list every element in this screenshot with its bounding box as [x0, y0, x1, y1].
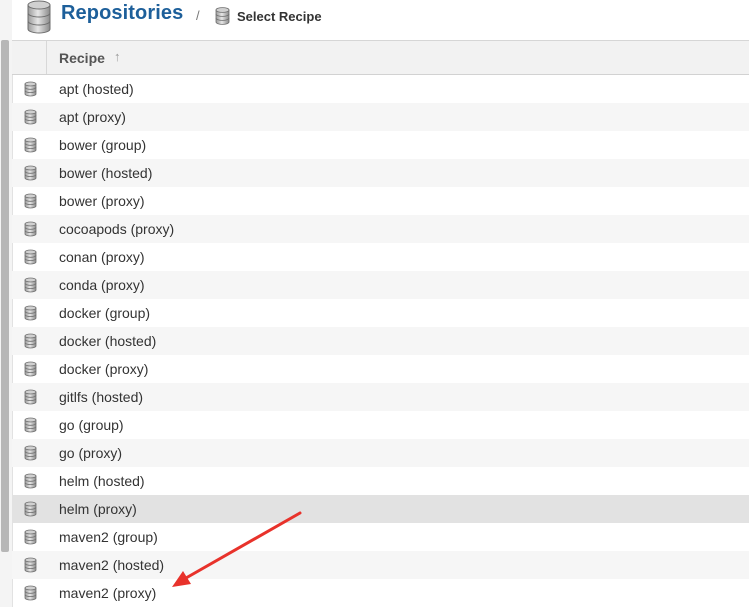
recipe-label: bower (hosted)	[59, 165, 153, 181]
database-icon	[24, 389, 37, 405]
breadcrumb-separator: /	[196, 8, 200, 23]
table-row[interactable]: helm (proxy)	[12, 495, 749, 523]
recipe-label: helm (proxy)	[59, 501, 137, 517]
recipe-label: conan (proxy)	[59, 249, 145, 265]
table-row[interactable]: docker (group)	[12, 299, 749, 327]
database-icon	[24, 473, 37, 489]
database-icon	[24, 585, 37, 601]
recipe-label: docker (group)	[59, 305, 151, 321]
recipe-label: apt (proxy)	[59, 109, 126, 125]
database-icon	[24, 249, 37, 265]
page-header: Repositories / Select Recipe	[12, 0, 749, 41]
recipe-label: cocoapods (proxy)	[59, 221, 175, 237]
database-icon	[24, 109, 37, 125]
recipe-grid: Recipe ↑ apt (hosted) apt (proxy) bower (g…	[12, 41, 749, 607]
database-icon	[24, 305, 37, 321]
table-row[interactable]: apt (hosted)	[12, 75, 749, 103]
table-row[interactable]: maven2 (proxy)	[12, 579, 749, 607]
recipe-label: helm (hosted)	[59, 473, 145, 489]
table-row[interactable]: docker (hosted)	[12, 327, 749, 355]
recipe-label: maven2 (proxy)	[59, 585, 157, 601]
recipe-label: apt (hosted)	[59, 81, 134, 97]
recipe-label: maven2 (hosted)	[59, 557, 165, 573]
icon-column-header	[12, 41, 47, 74]
database-icon	[24, 137, 37, 153]
recipe-label: docker (proxy)	[59, 361, 149, 377]
database-icon	[24, 333, 37, 349]
table-row[interactable]: go (proxy)	[12, 439, 749, 467]
database-icon	[24, 361, 37, 377]
table-row[interactable]: maven2 (group)	[12, 523, 749, 551]
table-row[interactable]: helm (hosted)	[12, 467, 749, 495]
table-row[interactable]: conan (proxy)	[12, 243, 749, 271]
table-row[interactable]: gitlfs (hosted)	[12, 383, 749, 411]
recipe-label: bower (proxy)	[59, 193, 145, 209]
page-title[interactable]: Repositories	[61, 2, 183, 25]
sort-ascending-icon[interactable]: ↑	[114, 49, 121, 64]
recipe-list: apt (hosted) apt (proxy) bower (group) bowe…	[12, 75, 749, 607]
database-icon	[24, 557, 37, 573]
table-row[interactable]: bower (group)	[12, 131, 749, 159]
recipe-column-header[interactable]: Recipe	[59, 50, 105, 66]
recipe-label: bower (group)	[59, 137, 147, 153]
table-row[interactable]: docker (proxy)	[12, 355, 749, 383]
table-row[interactable]: bower (hosted)	[12, 159, 749, 187]
table-row[interactable]: maven2 (hosted)	[12, 551, 749, 579]
table-row[interactable]: cocoapods (proxy)	[12, 215, 749, 243]
database-icon	[27, 0, 51, 34]
recipe-label: go (proxy)	[59, 445, 123, 461]
database-icon	[24, 193, 37, 209]
database-icon	[24, 417, 37, 433]
recipe-label: go (group)	[59, 417, 124, 433]
database-icon	[24, 277, 37, 293]
database-icon	[24, 501, 37, 517]
recipe-label: gitlfs (hosted)	[59, 389, 144, 405]
database-icon	[24, 165, 37, 181]
database-icon	[24, 81, 37, 97]
scrollbar-thumb[interactable]	[1, 40, 9, 552]
table-row[interactable]: bower (proxy)	[12, 187, 749, 215]
recipe-label: conda (proxy)	[59, 277, 145, 293]
table-row[interactable]: apt (proxy)	[12, 103, 749, 131]
database-icon	[24, 221, 37, 237]
grid-column-header: Recipe ↑	[12, 41, 749, 75]
table-row[interactable]: go (group)	[12, 411, 749, 439]
table-row[interactable]: conda (proxy)	[12, 271, 749, 299]
recipe-label: maven2 (group)	[59, 529, 158, 545]
recipe-label: docker (hosted)	[59, 333, 157, 349]
database-icon	[24, 445, 37, 461]
database-icon	[215, 7, 230, 25]
breadcrumb-current: Select Recipe	[237, 9, 322, 24]
database-icon	[24, 529, 37, 545]
